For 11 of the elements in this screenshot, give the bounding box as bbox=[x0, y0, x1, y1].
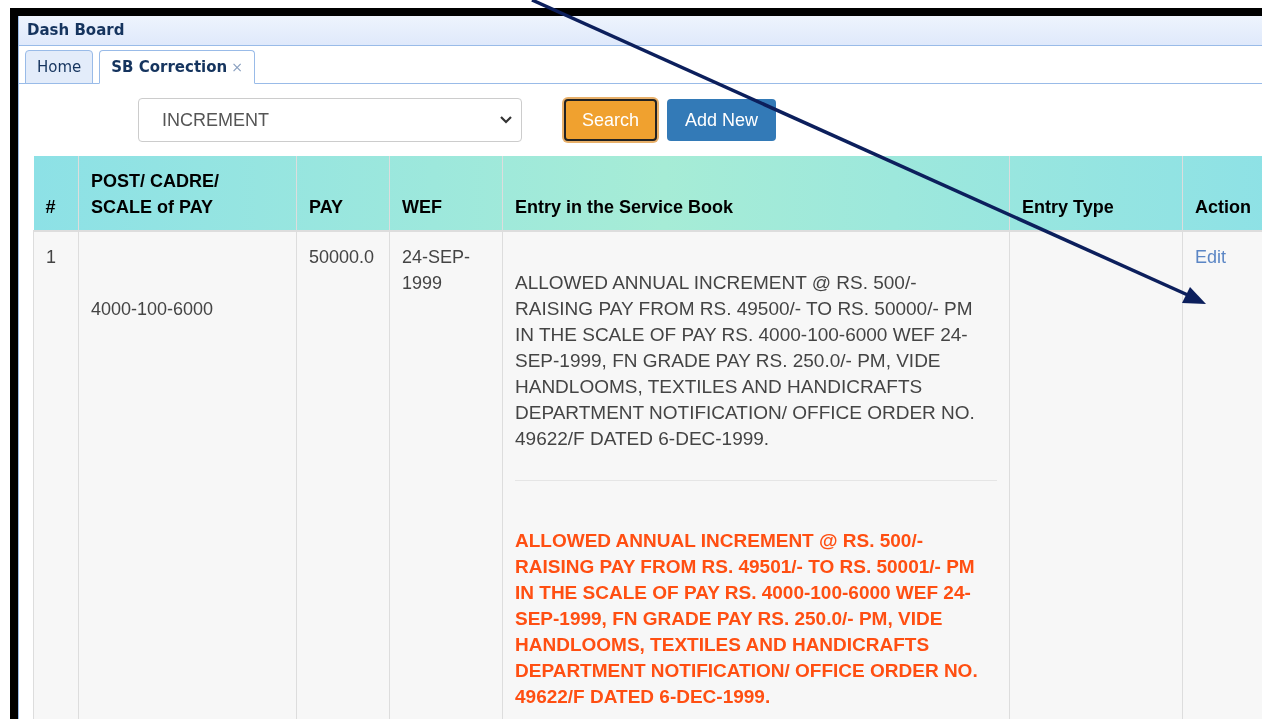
edit-link[interactable]: Edit bbox=[1195, 247, 1227, 267]
close-icon[interactable]: × bbox=[231, 56, 243, 78]
chevron-down-icon bbox=[499, 115, 513, 125]
panel-title: Dash Board bbox=[27, 20, 125, 42]
tab[interactable]: SB Correction × bbox=[99, 50, 255, 84]
table-cell: 1 bbox=[33, 231, 79, 719]
corrected-entry: ALLOWED ANNUAL INCREMENT @ RS. 500/- RAISING PAY FROM RS. 49501/- TO RS. 50001/- PM IN THE SCALE OF PAY RS. 4000-100-6000 WEF 24-SEP-1999, FN GRADE PAY RS. 250.0/- PM, VIDE HANDLOOMS, TEXTILES AND HANDICRAFTS DEPARTMENT NOTIFICATION/ OFFICE ORDER NO. 49622/F DATED 6-DEC-1999. bbox=[515, 529, 979, 709]
service-book-entry: ALLOWED ANNUAL INCREMENT @ RS. 500/- RAISING PAY FROM RS. 49500/- TO RS. 50000/- PM IN THE SCALE OF PAY RS. 4000-100-6000 WEF 24-SEP-1999, FN GRADE PAY RS. 250.0/- PM, VIDE HANDLOOMS, TEXTILES AND HANDICRAFTS DEPARTMENT NOTIFICATION/ OFFICE ORDER NO. 49622/F DATED 6-DEC-1999. bbox=[515, 271, 976, 451]
add-new-button[interactable]: Add New bbox=[667, 99, 777, 141]
tab[interactable]: Home bbox=[25, 50, 94, 84]
entry-type-select[interactable]: INCREMENT bbox=[138, 98, 522, 142]
